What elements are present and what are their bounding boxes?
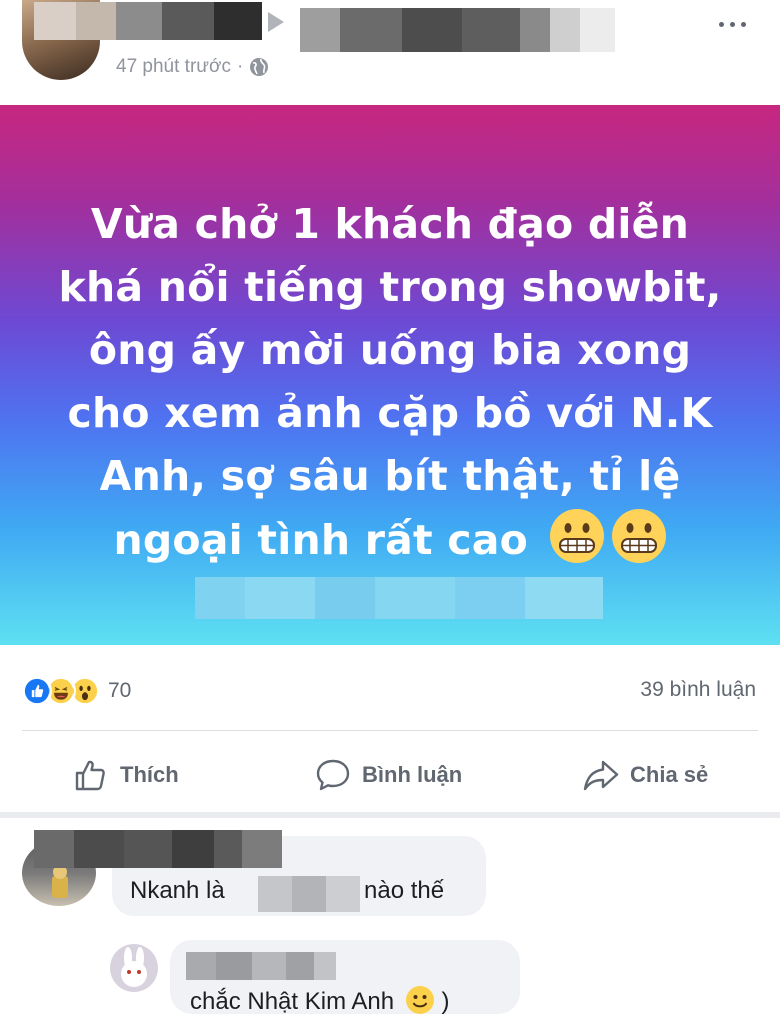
- share-label: Chia sẻ: [630, 762, 709, 787]
- comment-text-part: nào thế: [364, 877, 445, 904]
- bunny-avatar-icon: [121, 947, 147, 987]
- post-text-line: Anh, sợ sâu bít thật, tỉ lệ: [99, 452, 681, 500]
- post-timestamp[interactable]: 47 phút trước: [116, 56, 231, 78]
- comment-text-part: Nkanh là: [130, 877, 225, 904]
- like-label: Thích: [120, 762, 179, 787]
- comment-count[interactable]: 39 bình luận: [640, 678, 756, 702]
- commenter-name-censored: [34, 830, 282, 868]
- reply-text-suffix: ): [441, 988, 450, 1014]
- comment-censored-word: [258, 876, 360, 912]
- section-separator: [0, 812, 780, 818]
- post-text-line: Vừa chở 1 khách đạo diễn: [90, 200, 690, 248]
- like-reaction-icon: [22, 676, 52, 706]
- post-text-line: ngoại tình rất cao: [113, 516, 529, 564]
- comment-text: Nkanh là: [130, 877, 225, 905]
- post-timestamp-row: 47 phút trước ·: [116, 56, 269, 78]
- post-text: Vừa chở 1 khách đạo diễn khá nổi tiếng t…: [30, 193, 750, 572]
- reply-avatar[interactable]: [110, 944, 158, 992]
- post-text-line: ông ấy mời uống bia xong: [88, 326, 692, 374]
- reply-text: chắc Nhật Kim Anh ): [190, 985, 449, 1014]
- smiley-icon: [405, 986, 434, 1014]
- divider: [22, 730, 758, 731]
- comment-label: Bình luận: [362, 762, 463, 787]
- reply-text-main: chắc Nhật Kim Anh: [190, 988, 395, 1014]
- thumbs-up-icon: [75, 760, 105, 791]
- comment-text: nào thế: [364, 877, 444, 905]
- reply-name-censored: [186, 952, 336, 980]
- arrow-right-icon: [268, 12, 284, 32]
- reactions-summary[interactable]: 70: [22, 676, 131, 706]
- like-button[interactable]: Thích: [72, 752, 179, 798]
- comment-bubble-icon: [316, 759, 350, 791]
- post-text-line: cho xem ảnh cặp bồ với N.K: [67, 389, 713, 437]
- target-name-censored: [300, 8, 615, 52]
- censored-region: [195, 577, 603, 619]
- more-options-icon[interactable]: [712, 14, 752, 34]
- grimacing-face-icon: [611, 509, 666, 563]
- separator-dot: ·: [236, 56, 244, 77]
- share-arrow-icon: [583, 760, 619, 791]
- comment-button[interactable]: Bình luận: [314, 752, 462, 798]
- grimacing-face-icon: [549, 509, 604, 563]
- post-text-last-line: ngoại tình rất cao: [30, 508, 750, 572]
- post-banner: Vừa chở 1 khách đạo diễn khá nổi tiếng t…: [0, 105, 780, 645]
- reaction-count: 70: [108, 679, 132, 702]
- globe-icon: [250, 58, 269, 76]
- post-text-line: khá nổi tiếng trong showbit,: [58, 263, 722, 311]
- post-header: 47 phút trước ·: [0, 0, 780, 105]
- author-name-censored: [34, 2, 262, 40]
- share-button[interactable]: Chia sẻ: [582, 752, 708, 798]
